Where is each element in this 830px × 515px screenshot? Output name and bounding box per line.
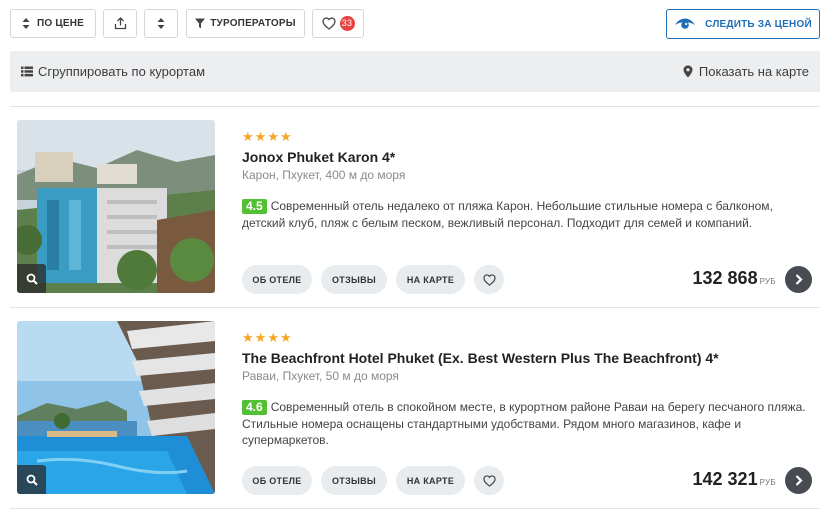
filter-funnel-icon [195, 18, 206, 29]
open-hotel-button[interactable] [785, 467, 812, 494]
updown-icon [157, 18, 165, 29]
hotel-stars: ★ ★ ★ ★ [242, 331, 293, 344]
hotel-description: 4.5 Современный отель недалеко от пляжа К… [242, 198, 812, 231]
on-map-button[interactable]: НА КАРТЕ [396, 466, 465, 495]
list-icon [21, 66, 33, 77]
price-currency: РУБ [759, 277, 776, 286]
hotel-price: 132 868 РУБ [693, 268, 776, 289]
rating-badge: 4.6 [242, 400, 267, 415]
touroperators-filter-button[interactable]: ТУРОПЕРАТОРЫ [186, 9, 305, 38]
star-icon: ★ [279, 129, 292, 144]
star-icon: ★ [242, 129, 254, 144]
hotel-photo[interactable] [17, 321, 215, 494]
group-bar: Сгруппировать по курортам Показать на ка… [10, 51, 820, 92]
magnifier-icon [26, 273, 38, 285]
hotel-location: Карон, Пхукет, 400 м до моря [242, 168, 406, 182]
star-icon: ★ [279, 330, 292, 345]
sort-direction-button[interactable] [144, 9, 178, 38]
description-text: Современный отель в спокойном месте, в к… [242, 400, 806, 447]
hotel-photo[interactable] [17, 120, 215, 293]
hotel-stars: ★ ★ ★ ★ [242, 130, 293, 143]
hotel-description: 4.6 Современный отель в спокойном месте, … [242, 399, 812, 449]
price-value: 132 868 [692, 268, 758, 288]
share-button[interactable] [103, 9, 137, 38]
divider [10, 508, 820, 509]
watch-price-label: СЛЕДИТЬ ЗА ЦЕНОЙ [705, 18, 812, 30]
hotel-price: 142 321 РУБ [693, 469, 776, 490]
hotel-location: Раваи, Пхукет, 50 м до моря [242, 369, 399, 383]
watch-price-button[interactable]: СЛЕДИТЬ ЗА ЦЕНОЙ [666, 9, 820, 39]
rating-badge: 4.5 [242, 199, 267, 214]
favorites-button[interactable]: 33 [312, 9, 364, 38]
description-text: Современный отель недалеко от пляжа Каро… [242, 199, 773, 230]
divider [10, 307, 820, 308]
share-icon [114, 17, 126, 30]
open-hotel-button[interactable] [785, 266, 812, 293]
star-icon: ★ [242, 330, 254, 345]
chevron-right-icon [795, 475, 803, 486]
star-icon: ★ [267, 330, 279, 345]
chevron-right-icon [795, 274, 803, 285]
sort-by-price-button[interactable]: ПО ЦЕНЕ [10, 9, 96, 38]
heart-icon [321, 17, 336, 30]
on-map-button[interactable]: НА КАРТЕ [396, 265, 465, 294]
star-icon: ★ [254, 129, 267, 144]
hotel-card: ★ ★ ★ ★ The Beachfront Hotel Phuket (Ex. Be… [17, 321, 820, 495]
hotel-card: ★ ★ ★ ★ Jonox Phuket Karon 4* Карон, Пхукет… [17, 120, 820, 294]
reviews-button[interactable]: ОТЗЫВЫ [321, 265, 387, 294]
sort-updown-icon [22, 18, 30, 29]
magnifier-icon [26, 474, 38, 486]
reviews-button[interactable]: ОТЗЫВЫ [321, 466, 387, 495]
star-icon: ★ [267, 129, 279, 144]
star-icon: ★ [254, 330, 267, 345]
map-pin-icon [683, 65, 693, 78]
group-by-resort-label: Сгруппировать по курортам [38, 64, 206, 79]
sort-label: ПО ЦЕНЕ [36, 18, 84, 29]
price-value: 142 321 [692, 469, 758, 489]
hotel-name[interactable]: The Beachfront Hotel Phuket (Ex. Best We… [242, 350, 719, 366]
hotel-name[interactable]: Jonox Phuket Karon 4* [242, 149, 395, 165]
about-hotel-button[interactable]: ОБ ОТЕЛЕ [242, 265, 312, 294]
touroperators-label: ТУРОПЕРАТОРЫ [210, 18, 296, 29]
add-favorite-button[interactable] [474, 265, 504, 294]
favorites-count-badge: 33 [339, 16, 355, 31]
toolbar: ПО ЦЕНЕ ТУРОПЕРАТОРЫ 33 СЛЕДИТЬ ЗА ЦЕНОЙ [10, 9, 820, 39]
heart-icon [482, 273, 496, 286]
add-favorite-button[interactable] [474, 466, 504, 495]
price-currency: РУБ [759, 478, 776, 487]
zoom-photo-button[interactable] [17, 264, 46, 293]
show-on-map-link[interactable]: Показать на карте [683, 51, 809, 92]
heart-icon [482, 474, 496, 487]
eye-icon [675, 18, 696, 29]
divider [10, 106, 820, 107]
show-on-map-label: Показать на карте [698, 64, 809, 79]
about-hotel-button[interactable]: ОБ ОТЕЛЕ [242, 466, 312, 495]
group-by-resort-toggle[interactable]: Сгруппировать по курортам [21, 51, 205, 92]
zoom-photo-button[interactable] [17, 465, 46, 494]
